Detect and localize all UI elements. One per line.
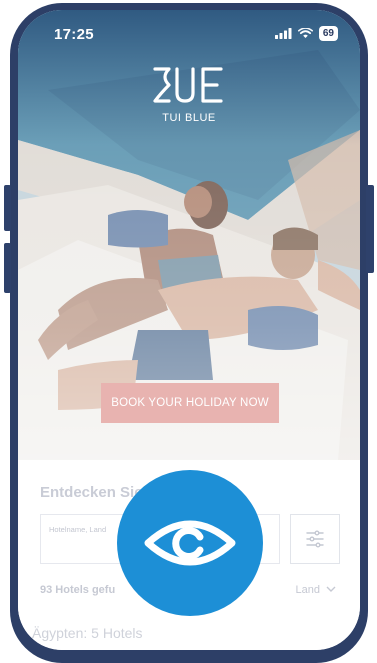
- status-bar: 17:25 69: [18, 10, 360, 60]
- book-holiday-button[interactable]: BOOK YOUR HOLIDAY NOW: [101, 383, 279, 423]
- wifi-icon: [297, 28, 313, 38]
- cellular-signal-icon: [274, 28, 292, 39]
- side-button-left-lower: [4, 243, 11, 293]
- side-button-left-upper: [4, 185, 11, 231]
- brand-name: TUI BLUE: [162, 112, 216, 124]
- filter-button[interactable]: [290, 514, 340, 564]
- battery-indicator: 69: [318, 26, 338, 41]
- blue-logo-mark: [153, 67, 223, 103]
- side-button-right: [366, 185, 374, 273]
- results-count: 93 Hotels gefu: [40, 584, 116, 596]
- sort-select[interactable]: Land: [296, 584, 336, 596]
- country-group-header: Ägypten: 5 Hotels: [32, 625, 143, 641]
- status-icons: 69: [274, 26, 338, 41]
- eye-icon: [144, 520, 236, 566]
- brand-logo: TUI BLUE: [139, 65, 239, 124]
- eye-badge[interactable]: [117, 470, 263, 616]
- sliders-icon: [306, 530, 324, 548]
- hero-banner: TUI BLUE BOOK YOUR HOLIDAY NOW: [18, 10, 360, 460]
- search-placeholder: Hotelname, Land: [49, 525, 107, 534]
- chevron-down-icon: [326, 586, 336, 592]
- sort-label: Land: [295, 584, 320, 596]
- status-time: 17:25: [54, 26, 94, 43]
